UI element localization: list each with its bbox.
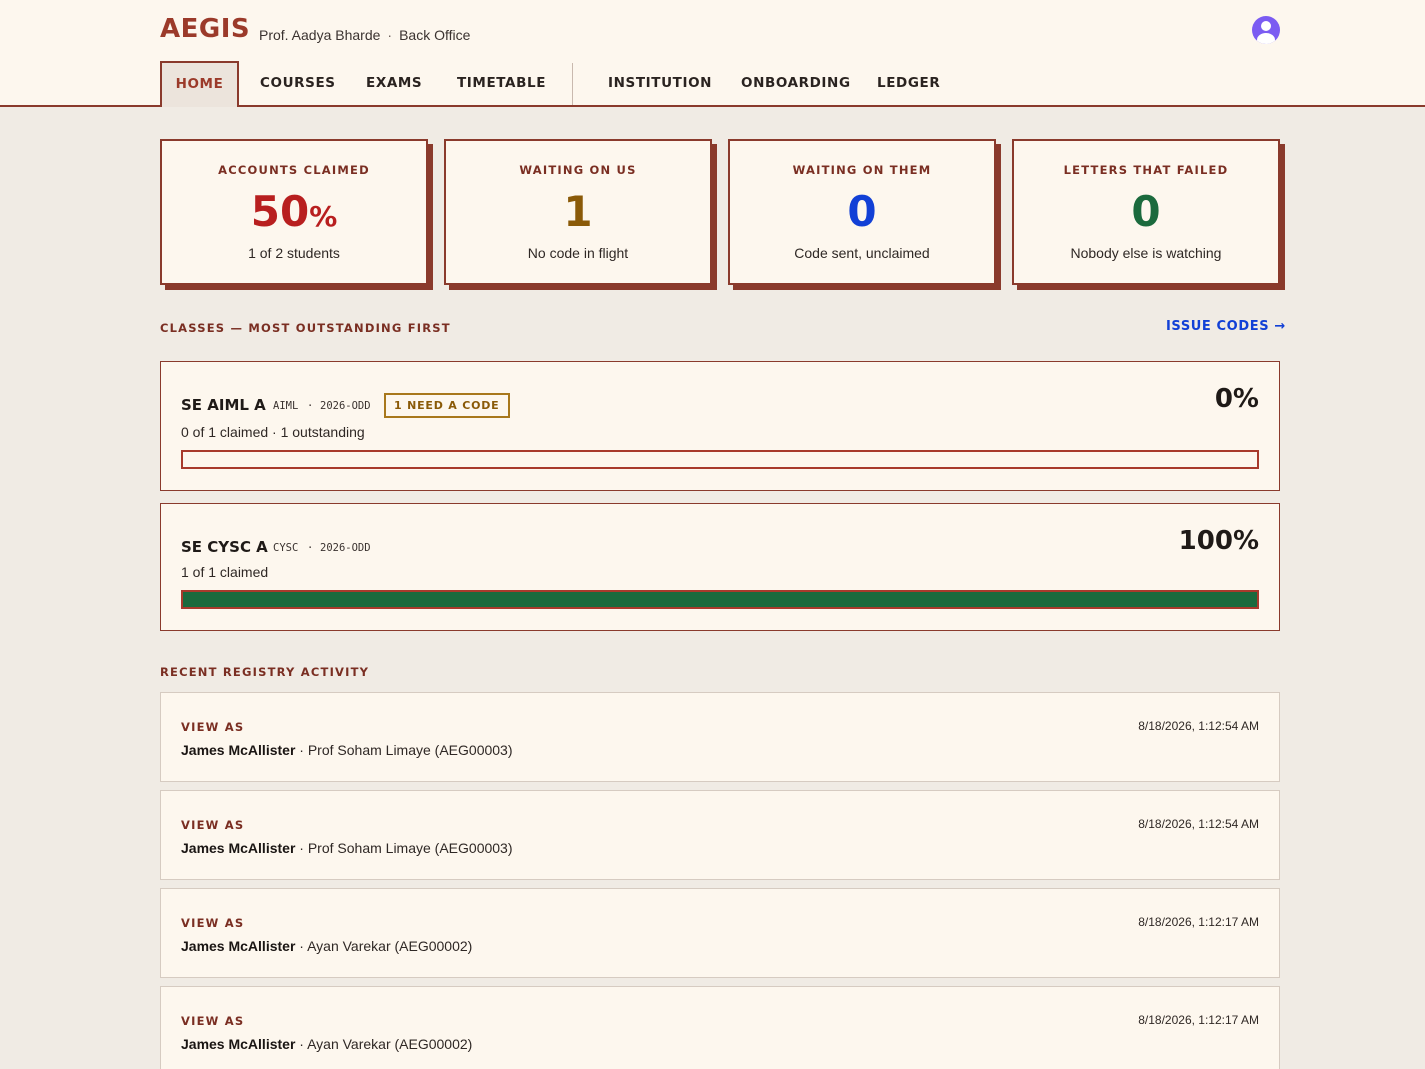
current-user-name: Prof. Aadya Bharde	[259, 27, 381, 43]
stat-card-waiting-on-them: WAITING ON THEM 0 Code sent, unclaimed	[728, 139, 996, 285]
stat-number: 0	[847, 187, 877, 236]
stat-value: 0	[1014, 187, 1278, 236]
class-term: 2026-ODD	[320, 400, 371, 412]
activity-kind: VIEW AS	[181, 818, 245, 832]
tab-courses[interactable]: COURSES	[260, 61, 336, 106]
activity-target: · Ayan Varekar (AEG00002)	[295, 1036, 473, 1052]
arrow-right-icon: →	[1274, 319, 1286, 334]
progress-fill	[183, 592, 1257, 607]
stat-value: 1	[446, 187, 710, 236]
stat-card-waiting-on-us: WAITING ON US 1 No code in flight	[444, 139, 712, 285]
class-dept: AIML	[273, 400, 299, 412]
activity-description: James McAllister · Ayan Varekar (AEG0000…	[181, 938, 472, 954]
brand-logo[interactable]: AEGIS	[160, 14, 250, 44]
activity-actor: James McAllister	[181, 840, 296, 856]
class-card-se-cysc-a[interactable]: SE CYSC A CYSC · 2026-ODD 1 of 1 claimed…	[160, 503, 1280, 631]
tab-onboarding[interactable]: ONBOARDING	[741, 61, 851, 106]
stat-label: WAITING ON THEM	[792, 163, 932, 177]
stat-value: 0	[730, 187, 994, 236]
class-term: 2026-ODD	[320, 542, 371, 554]
tab-institution[interactable]: INSTITUTION	[608, 61, 712, 106]
activity-item: VIEW AS 8/18/2026, 1:12:17 AM James McAl…	[160, 986, 1280, 1069]
tab-ledger[interactable]: LEDGER	[877, 61, 940, 106]
activity-timestamp: 8/18/2026, 1:12:17 AM	[1138, 1013, 1259, 1027]
user-avatar-icon[interactable]	[1252, 16, 1280, 44]
activity-item: VIEW AS 8/18/2026, 1:12:54 AM James McAl…	[160, 692, 1280, 782]
activity-item: VIEW AS 8/18/2026, 1:12:17 AM James McAl…	[160, 888, 1280, 978]
class-meta-dot: ·	[307, 542, 314, 554]
stat-label: WAITING ON US	[519, 163, 637, 177]
stat-value: 50%	[162, 187, 426, 236]
activity-actor: James McAllister	[181, 742, 296, 758]
activity-kind: VIEW AS	[181, 1014, 245, 1028]
issue-codes-link[interactable]: ISSUE CODES →	[1166, 319, 1286, 334]
activity-timestamp: 8/18/2026, 1:12:17 AM	[1138, 915, 1259, 929]
class-card-se-aiml-a[interactable]: SE AIML A AIML · 2026-ODD 1 NEED A CODE …	[160, 361, 1280, 491]
stat-card-letters-failed: LETTERS THAT FAILED 0 Nobody else is wat…	[1012, 139, 1280, 285]
class-progress-bar	[181, 590, 1259, 609]
activity-target: · Ayan Varekar (AEG00002)	[295, 938, 473, 954]
activity-actor: James McAllister	[181, 1036, 296, 1052]
stat-label: ACCOUNTS CLAIMED	[218, 163, 370, 177]
activity-item: VIEW AS 8/18/2026, 1:12:54 AM James McAl…	[160, 790, 1280, 880]
activity-kind: VIEW AS	[181, 916, 245, 930]
stat-number: 1	[563, 187, 593, 236]
activity-timestamp: 8/18/2026, 1:12:54 AM	[1138, 719, 1259, 733]
stat-number: 0	[1131, 187, 1161, 236]
activity-kind: VIEW AS	[181, 720, 245, 734]
issue-codes-label: ISSUE CODES	[1166, 319, 1270, 334]
workspace-label: Back Office	[399, 27, 471, 43]
stat-card-accounts-claimed: ACCOUNTS CLAIMED 50% 1 of 2 students	[160, 139, 428, 285]
class-summary: 1 of 1 claimed	[181, 564, 269, 580]
class-dept: CYSC	[273, 542, 299, 554]
avatar-head	[1261, 21, 1271, 31]
nav-divider	[572, 63, 573, 105]
activity-actor: James McAllister	[181, 938, 296, 954]
class-summary: 0 of 1 claimed · 1 outstanding	[181, 424, 365, 440]
stat-caption: Nobody else is watching	[1070, 245, 1222, 261]
stat-number: 50	[250, 187, 310, 236]
tab-exams[interactable]: EXAMS	[366, 61, 422, 106]
tab-home[interactable]: HOME	[160, 61, 239, 107]
class-name: SE CYSC A	[181, 538, 268, 556]
stat-unit: %	[309, 200, 338, 233]
activity-target: · Prof Soham Limaye (AEG00003)	[295, 840, 513, 856]
class-meta-dot: ·	[307, 400, 314, 412]
classes-section-title: CLASSES — MOST OUTSTANDING FIRST	[160, 321, 451, 335]
activity-section-title: RECENT REGISTRY ACTIVITY	[160, 665, 370, 679]
activity-description: James McAllister · Ayan Varekar (AEG0000…	[181, 1036, 472, 1052]
separator-dot: ·	[387, 27, 393, 43]
activity-timestamp: 8/18/2026, 1:12:54 AM	[1138, 817, 1259, 831]
class-progress-bar	[181, 450, 1259, 469]
tab-timetable[interactable]: TIMETABLE	[457, 61, 546, 106]
class-percent: 0%	[1214, 384, 1259, 414]
class-percent: 100%	[1178, 526, 1259, 556]
activity-target: · Prof Soham Limaye (AEG00003)	[295, 742, 513, 758]
class-name: SE AIML A	[181, 396, 266, 414]
stat-caption: 1 of 2 students	[248, 245, 340, 261]
stat-label: LETTERS THAT FAILED	[1063, 163, 1229, 177]
stat-caption: No code in flight	[527, 245, 629, 261]
activity-description: James McAllister · Prof Soham Limaye (AE…	[181, 742, 513, 758]
app-header: AEGIS Prof. Aadya Bharde · Back Office HOM…	[0, 0, 1425, 107]
stat-caption: Code sent, unclaimed	[794, 245, 930, 261]
activity-description: James McAllister · Prof Soham Limaye (AE…	[181, 840, 513, 856]
avatar-body	[1257, 33, 1275, 44]
need-code-badge: 1 NEED A CODE	[384, 393, 510, 418]
header-context: Prof. Aadya Bharde · Back Office	[259, 27, 470, 43]
